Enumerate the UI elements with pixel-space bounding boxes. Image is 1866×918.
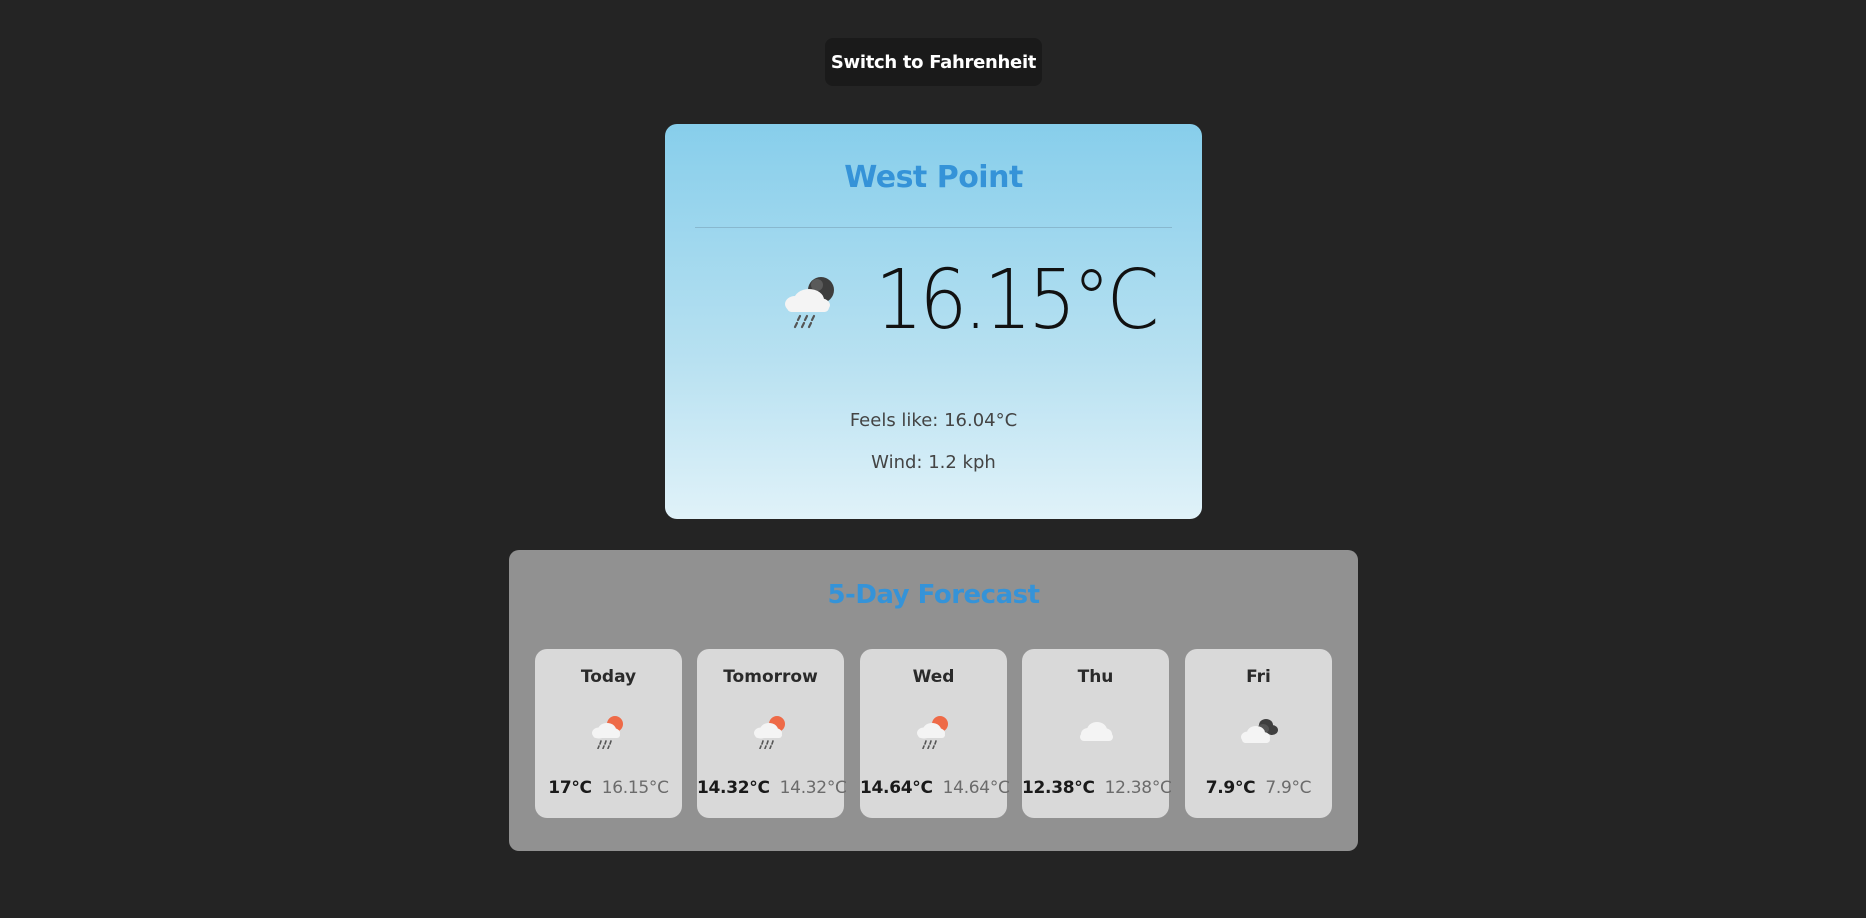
current-weather-card: West Point 16.15°C Feels like: 16.04°C W… (665, 124, 1202, 519)
forecast-day-label: Today (580, 667, 637, 687)
forecast-temps: 12.38°C 12.38°C (1022, 778, 1172, 798)
forecast-day-card: Fri 7.9°C 7.9°C (1185, 649, 1332, 818)
wind-text: Wind: 1.2 kph (871, 452, 996, 473)
weather-app: Switch to Fahrenheit West Point 16.15°C … (0, 0, 1866, 918)
forecast-max-temp: 14.32°C (697, 778, 770, 798)
forecast-temps: 14.32°C 14.32°C (697, 778, 847, 798)
forecast-panel: 5-Day Forecast Today 17°C 16.15°C Tomorr… (509, 550, 1358, 851)
city-name: West Point (844, 160, 1023, 195)
dark-clouds-icon (1239, 713, 1279, 749)
forecast-day-card: Tomorrow 14.32°C 14.32°C (697, 649, 847, 818)
forecast-day-label: Thu (1077, 667, 1114, 687)
forecast-day-card: Wed 14.64°C 14.64°C (860, 649, 1010, 818)
forecast-min-temp: 7.9°C (1265, 778, 1312, 798)
rain-sun-cloud-icon (751, 713, 791, 750)
forecast-max-temp: 7.9°C (1205, 778, 1256, 798)
forecast-day-card: Thu 12.38°C 12.38°C (1022, 649, 1172, 818)
unit-toggle-button[interactable]: Switch to Fahrenheit (825, 38, 1042, 86)
cloud-icon (1076, 713, 1116, 749)
forecast-max-temp: 12.38°C (1022, 778, 1095, 798)
forecast-day-label: Fri (1246, 667, 1271, 687)
rain-sun-cloud-icon (914, 713, 954, 750)
feels-like-text: Feels like: 16.04°C (849, 410, 1018, 431)
forecast-max-temp: 17°C (548, 778, 592, 798)
forecast-day-card: Today 17°C 16.15°C (535, 649, 682, 818)
rain-sun-cloud-icon (589, 713, 629, 750)
forecast-temps: 7.9°C 7.9°C (1185, 778, 1332, 798)
forecast-max-temp: 14.64°C (860, 778, 933, 798)
forecast-min-temp: 16.15°C (601, 778, 669, 798)
current-temperature: 16.15°C (875, 253, 1159, 348)
forecast-min-temp: 14.64°C (942, 778, 1010, 798)
divider (695, 227, 1172, 228)
forecast-day-label: Tomorrow (723, 667, 818, 687)
forecast-day-label: Wed (912, 667, 955, 687)
forecast-temps: 17°C 16.15°C (535, 778, 682, 798)
rain-night-cloud-icon (781, 274, 843, 330)
forecast-min-temp: 14.32°C (779, 778, 847, 798)
forecast-temps: 14.64°C 14.64°C (860, 778, 1010, 798)
forecast-min-temp: 12.38°C (1104, 778, 1172, 798)
forecast-title: 5-Day Forecast (827, 580, 1040, 610)
